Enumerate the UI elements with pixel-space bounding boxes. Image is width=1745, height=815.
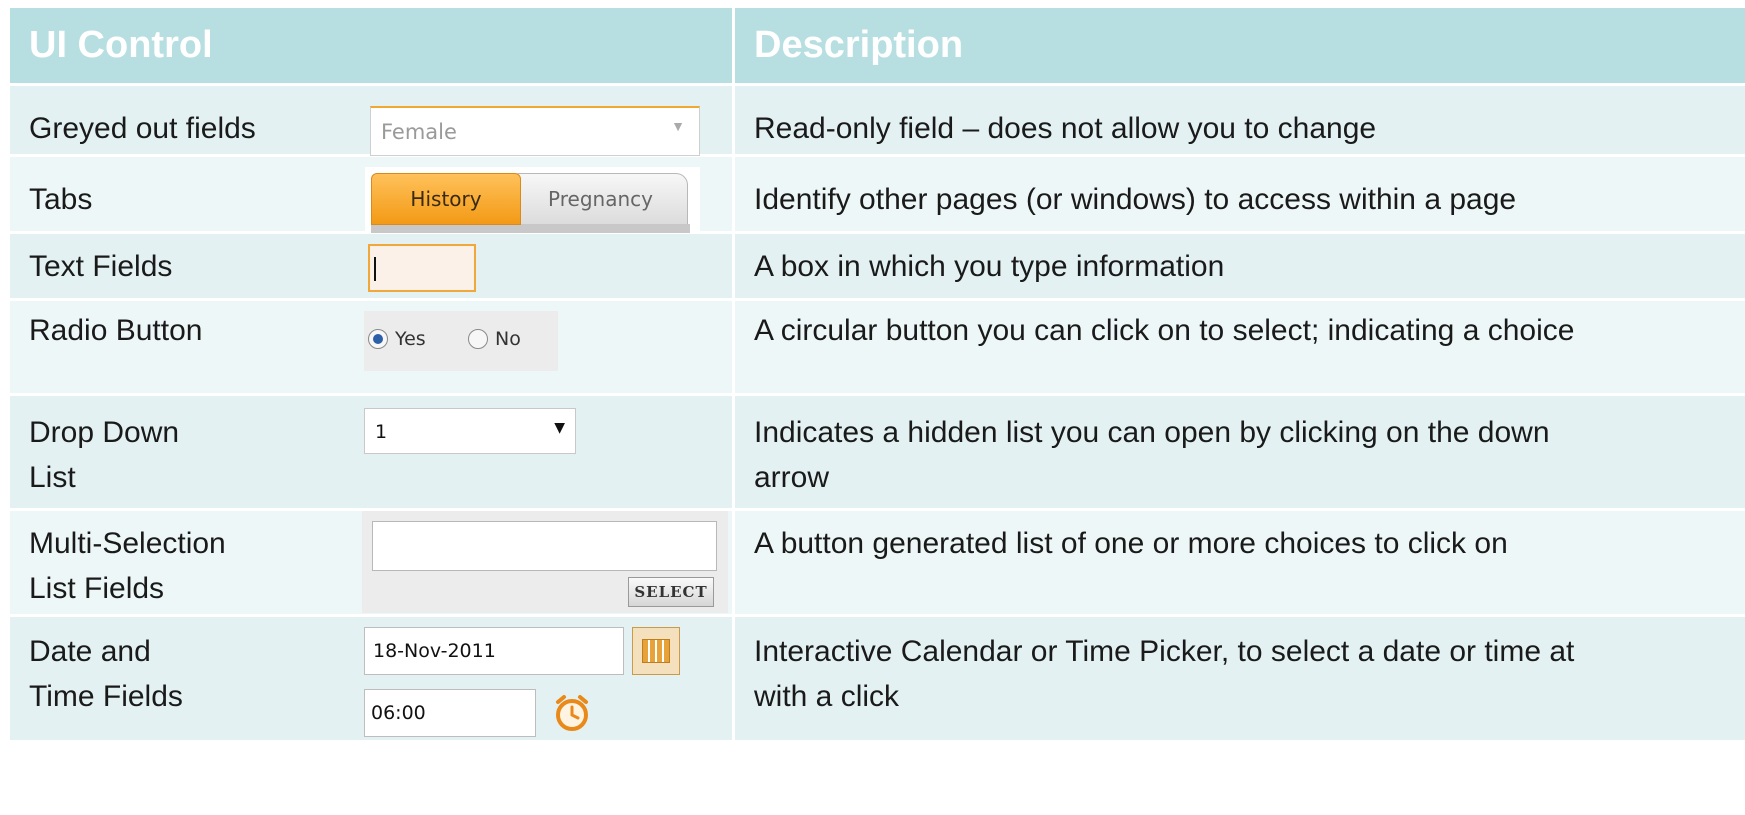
greyed-out-select: Female ▼ xyxy=(370,106,700,156)
radio-selected-icon xyxy=(368,329,388,349)
row-radio-button: Radio Button Yes No xyxy=(10,301,732,393)
row-text-fields: Text Fields xyxy=(10,234,732,298)
radio-group: Yes No xyxy=(364,311,558,371)
tabs-widget: Pregnancy History xyxy=(365,167,700,237)
date-field[interactable]: 18-Nov-2011 xyxy=(364,627,624,675)
row-tabs: Tabs Pregnancy History xyxy=(10,157,732,237)
row-description: Identify other pages (or windows) to acc… xyxy=(735,157,1745,231)
multi-selection-list[interactable] xyxy=(372,521,717,571)
row-label: Drop Down List xyxy=(29,416,180,494)
ui-controls-table: UI Control Description Greyed out fields… xyxy=(10,8,1745,740)
text-field[interactable] xyxy=(368,244,476,292)
radio-yes[interactable]: Yes xyxy=(368,328,426,350)
row-description: Read-only field – does not allow you to … xyxy=(735,86,1745,154)
row-drop-down: Drop Down List 1 ▼ xyxy=(10,396,732,508)
text-caret xyxy=(374,257,376,281)
row-greyed-out: Greyed out fields Female ▼ xyxy=(10,86,732,156)
row-multi-selection: Multi-Selection List Fields SELECT xyxy=(10,511,732,614)
row-description: Interactive Calendar or Time Picker, to … xyxy=(735,617,1745,740)
row-description: A box in which you type information xyxy=(735,234,1745,298)
alarm-clock-icon[interactable] xyxy=(552,693,592,733)
select-button[interactable]: SELECT xyxy=(628,577,714,607)
radio-no[interactable]: No xyxy=(468,328,521,350)
drop-down-select[interactable]: 1 ▼ xyxy=(364,408,576,454)
row-label: Greyed out fields xyxy=(29,112,256,145)
calendar-icon[interactable] xyxy=(632,627,680,675)
multi-selection-widget: SELECT xyxy=(362,511,728,613)
radio-unselected-icon xyxy=(468,329,488,349)
tab-pregnancy[interactable]: Pregnancy xyxy=(513,173,688,225)
row-label: Text Fields xyxy=(29,250,173,283)
row-description: A button generated list of one or more c… xyxy=(735,511,1745,614)
row-label: Radio Button xyxy=(29,314,203,347)
chevron-down-icon: ▼ xyxy=(671,118,685,134)
row-description: A circular button you can click on to se… xyxy=(735,301,1745,393)
tab-history[interactable]: History xyxy=(371,173,521,225)
row-description: Indicates a hidden list you can open by … xyxy=(735,396,1745,508)
row-label: Multi-Selection List Fields xyxy=(29,527,226,605)
row-label: Date and Time Fields xyxy=(29,635,183,713)
row-date-time: Date and Time Fields 18-Nov-2011 06:00 xyxy=(10,617,732,740)
time-field[interactable]: 06:00 xyxy=(364,689,536,737)
header-ui-control: UI Control xyxy=(10,8,732,83)
row-label: Tabs xyxy=(29,183,93,216)
header-description: Description xyxy=(735,8,1745,83)
caret-down-icon[interactable]: ▼ xyxy=(554,420,565,436)
